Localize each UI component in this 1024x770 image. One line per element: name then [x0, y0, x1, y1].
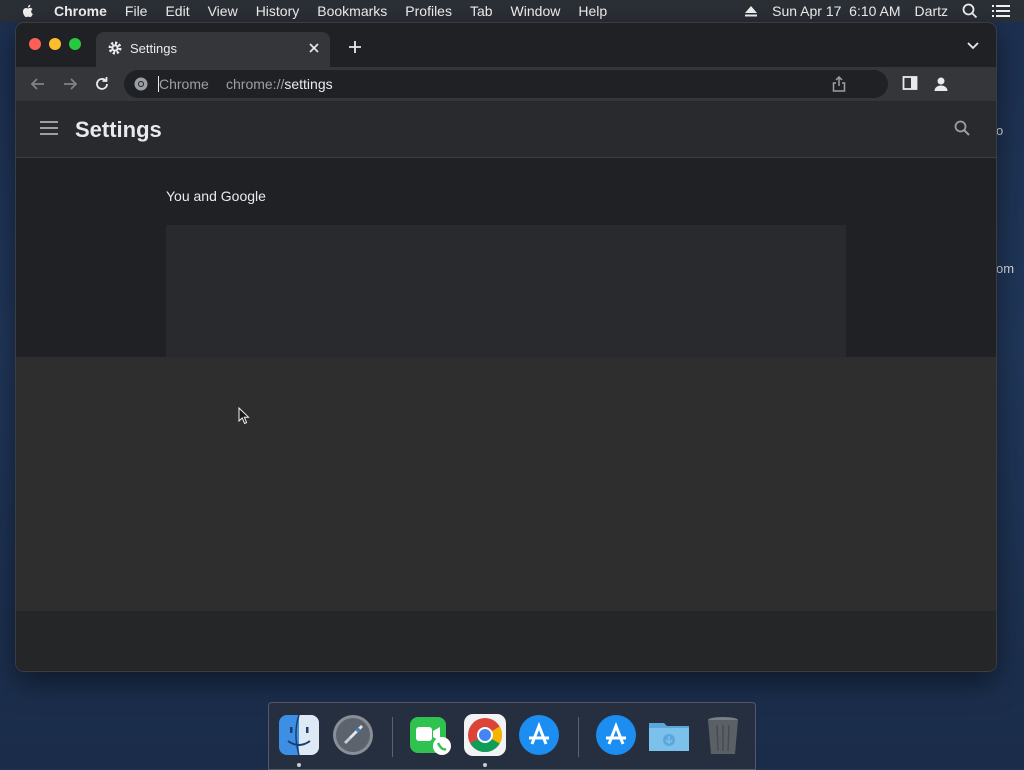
side-panel-icon[interactable]	[902, 75, 918, 91]
finder-icon[interactable]	[277, 713, 321, 757]
tab-title: Settings	[130, 41, 177, 56]
content-overlay-lower	[16, 611, 996, 671]
settings-header: Settings	[16, 101, 996, 158]
dock	[268, 702, 756, 770]
content-overlay	[16, 357, 996, 611]
menu-help[interactable]: Help	[578, 3, 607, 19]
new-tab-plus-icon[interactable]	[347, 39, 363, 55]
search-icon[interactable]	[954, 120, 970, 136]
url-scheme: chrome://	[226, 76, 285, 92]
url-text[interactable]: chrome://settings	[226, 76, 333, 92]
chrome-logo-icon	[134, 77, 148, 91]
page-title: Settings	[75, 117, 162, 142]
back-arrow-icon[interactable]	[29, 75, 47, 93]
menu-clock[interactable]: Sun Apr 17 6:10 AM	[772, 3, 900, 19]
control-center-list-icon[interactable]	[992, 4, 1010, 18]
tab-settings[interactable]: Settings	[96, 32, 330, 67]
running-indicator-dot	[297, 763, 301, 767]
menu-user[interactable]: Dartz	[915, 3, 948, 19]
share-icon[interactable]	[832, 76, 846, 92]
menu-bookmarks[interactable]: Bookmarks	[317, 3, 387, 19]
window-minimize-button[interactable]	[49, 38, 61, 50]
menu-file[interactable]: File	[125, 3, 148, 19]
apple-icon[interactable]	[20, 3, 36, 19]
menu-view[interactable]: View	[208, 3, 238, 19]
facetime-icon[interactable]	[408, 713, 452, 757]
menu-window[interactable]: Window	[511, 3, 561, 19]
section-title-you-and-google: You and Google	[166, 188, 266, 204]
gear-icon	[108, 41, 122, 55]
browser-toolbar: Chrome chrome://settings	[16, 67, 996, 101]
dock-separator	[578, 717, 579, 757]
desktop-edge-text: o	[996, 123, 1004, 138]
reload-icon[interactable]	[93, 75, 111, 93]
launchpad-rocket-icon[interactable]	[331, 713, 375, 757]
site-name-chip: Chrome	[159, 76, 209, 92]
forward-arrow-icon[interactable]	[61, 75, 79, 93]
window-close-button[interactable]	[29, 38, 41, 50]
mouse-pointer-icon	[238, 407, 250, 425]
profile-avatar-icon[interactable]	[932, 75, 950, 93]
google-chrome-icon[interactable]	[463, 713, 507, 757]
menu-app-name[interactable]: Chrome	[54, 3, 107, 19]
tab-strip: Settings	[16, 23, 996, 67]
url-path: settings	[284, 76, 333, 92]
dock-separator	[392, 717, 393, 757]
window-zoom-button[interactable]	[69, 38, 81, 50]
app-store-icon[interactable]	[594, 713, 638, 757]
running-indicator-dot	[483, 763, 487, 767]
hamburger-menu-icon[interactable]	[40, 121, 58, 135]
downloads-folder-icon[interactable]	[647, 713, 691, 757]
chevron-down-icon[interactable]	[966, 41, 980, 51]
eject-icon[interactable]	[744, 5, 758, 17]
close-icon[interactable]	[306, 40, 322, 56]
spotlight-search-icon[interactable]	[962, 3, 978, 19]
menu-bar: Chrome File Edit View History Bookmarks …	[0, 0, 1024, 22]
settings-page: Settings You and Google	[16, 101, 996, 671]
app-store-icon[interactable]	[517, 713, 561, 757]
menu-tab[interactable]: Tab	[470, 3, 493, 19]
address-bar[interactable]: Chrome chrome://settings	[124, 70, 888, 98]
menu-profiles[interactable]: Profiles	[405, 3, 452, 19]
menu-history[interactable]: History	[256, 3, 300, 19]
desktop-edge-text: om	[996, 261, 1015, 276]
browser-window: Settings Chrome chrome://settings Settin…	[16, 23, 996, 671]
trash-icon[interactable]	[701, 713, 745, 757]
menu-edit[interactable]: Edit	[165, 3, 189, 19]
